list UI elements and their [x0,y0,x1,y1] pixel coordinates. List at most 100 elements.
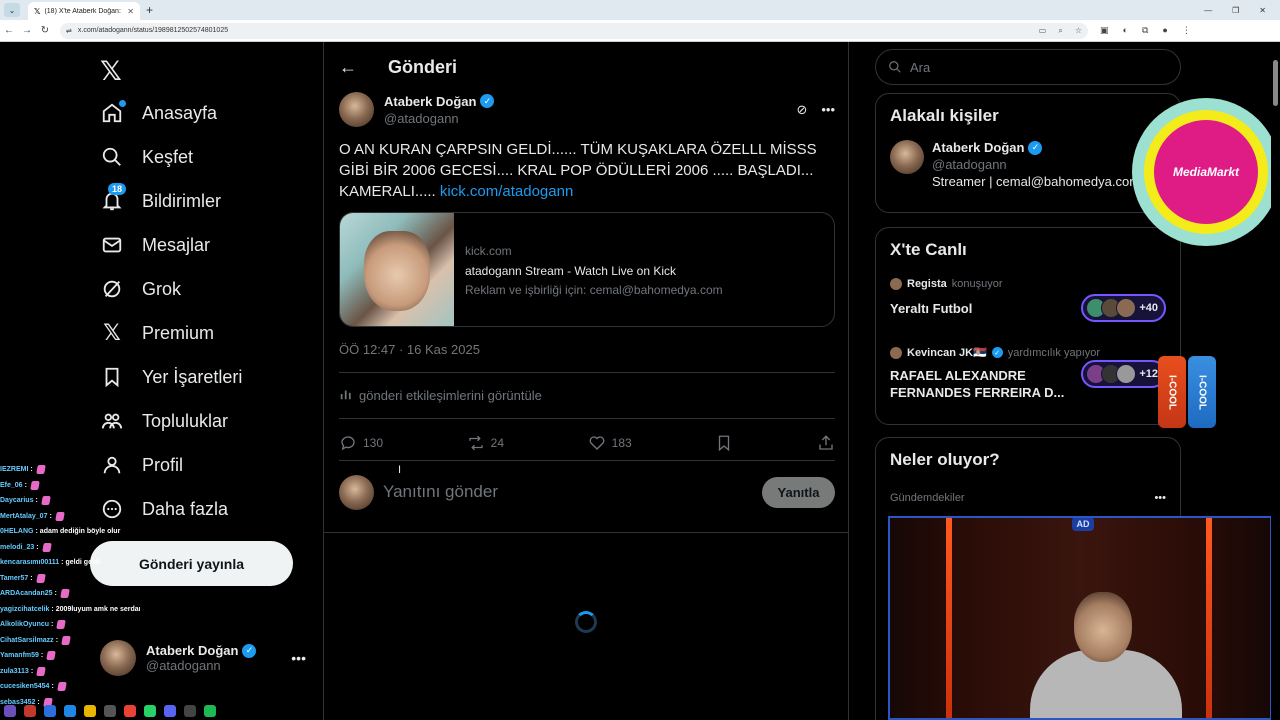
chat-username[interactable]: kencarasımı00111 [0,559,59,566]
chat-line: melodi_23 : [0,540,140,556]
menu-icon[interactable]: ⋮ [1182,25,1191,36]
x-logo-icon[interactable]: 𝕏 [100,56,122,87]
more-icon[interactable]: ••• [821,102,835,118]
chat-message: 2009luyum amk ne serdar ortacı [55,605,140,613]
divider [339,460,835,461]
tweet-link[interactable]: kick.com/atadogann [440,183,573,200]
nav-item-notifications[interactable]: 18 Bildirimler [100,183,222,213]
nav-label: Grok [142,278,182,299]
reply-submit-button[interactable]: Yanıtla [762,476,835,508]
reply-button[interactable]: 130 [339,434,383,452]
panel-title: X'te Canlı [890,240,967,259]
more-icon[interactable]: ••• [291,650,306,666]
chat-username[interactable]: Daycarius [0,497,33,504]
chat-line: yagizcihatcelik : 2009luyum amk ne serda… [0,602,140,618]
search-input[interactable]: Ara [875,49,1181,85]
tab-search-icon[interactable]: ⌄ [4,3,20,17]
forward-arrow-icon[interactable]: → [18,25,36,36]
emote-icon [60,589,70,599]
live-panel: X'te Canlı Regista konuşuyor Yeraltı Futb… [875,227,1181,425]
chat-line: CihatSarsilmazz : [0,633,140,649]
share-button[interactable] [817,434,835,452]
restore-icon[interactable]: ❐ [1232,6,1239,15]
url-field[interactable]: ⇌ x.com/atadogann/status/198981250257480… [60,22,1088,39]
app-icon[interactable] [4,705,16,717]
chat-username[interactable]: yagizcihatcelik [0,606,49,613]
like-button[interactable]: 183 [588,434,632,452]
tweet-timestamp[interactable]: ÖÖ 12:47 · 16 Kas 2025 [339,342,480,357]
chat-username[interactable]: Yamanfm59 [0,652,39,659]
panel-title: Alakalı kişiler [890,106,999,125]
mediamarkt-logo: MediaMarkt [1132,98,1280,246]
account-name: Ataberk Doğan ✓ [146,643,257,658]
chat-username[interactable]: AlkolikOyuncu [0,621,49,628]
reply-count: 130 [363,436,384,450]
extension-icon[interactable]: ◐ [1123,25,1128,36]
author-name[interactable]: Ataberk Doğan ✓ [384,94,495,109]
nav-item-home[interactable]: Anasayfa [100,100,217,125]
chat-username[interactable]: 0HELANG [0,528,33,535]
spotify-icon[interactable] [204,705,216,717]
link-card[interactable]: kick.com atadogann Stream - Watch Live o… [339,212,835,327]
live-item[interactable]: Regista konuşuyor Yeraltı Futbol +40 [876,278,1180,330]
search-icon [889,61,901,73]
nav-item-explore[interactable]: Keşfet [100,145,193,169]
author-handle[interactable]: @atadogann [384,111,494,126]
nav-item-bookmarks[interactable]: Yer İşaretleri [100,365,242,389]
nav-label: Bildirimler [142,190,222,211]
back-arrow-icon[interactable]: ← [0,25,18,36]
minimize-icon[interactable]: — [1204,6,1212,15]
new-tab-icon[interactable]: + [146,3,153,17]
extension-icon[interactable]: ▣ [1100,25,1109,36]
chat-username[interactable]: IEZREMI [0,466,28,473]
nav-item-messages[interactable]: Mesajlar [100,233,210,257]
live-listeners-pill[interactable]: +40 [1081,294,1166,322]
app-icon[interactable] [104,705,116,717]
chrome-icon[interactable] [124,705,136,717]
browser-tab[interactable]: 𝕏 (18) X'te Ataberk Doğan: "O AN ✕ [28,2,140,20]
chat-username[interactable]: CihatSarsilmazz [0,637,54,644]
puzzle-icon[interactable]: ⧉ [1142,25,1148,36]
scroll-thumb[interactable] [1273,60,1278,106]
window-close-icon[interactable]: ✕ [1259,6,1266,15]
chat-username[interactable]: melodi_23 [0,544,34,551]
chat-username[interactable]: Efe_06 [0,482,23,489]
grok-icon[interactable]: ⊘ [796,102,807,118]
discord-icon[interactable] [164,705,176,717]
app-icon[interactable] [44,705,56,717]
app-icon[interactable] [24,705,36,717]
chat-username[interactable]: cucesiken5454 [0,683,49,690]
browser-tabbar: ⌄ 𝕏 (18) X'te Ataberk Doğan: "O AN ✕ + —… [0,0,1280,20]
whatsapp-icon[interactable] [144,705,156,717]
chat-username[interactable]: zula3113 [0,668,29,675]
zoom-icon[interactable]: ⌕ [1058,26,1062,36]
cast-icon[interactable]: ▭ [1039,26,1047,36]
avatar [339,474,374,510]
nav-item-premium[interactable]: 𝕏 Premium [100,320,214,345]
chat-username[interactable]: ARDAcandan25 [0,590,53,597]
chat-username[interactable]: Tamer57 [0,575,28,582]
nav-item-communities[interactable]: Topluluklar [100,409,228,433]
reload-icon[interactable]: ↻ [36,25,54,36]
site-info-icon[interactable]: ⇌ [66,27,72,35]
obs-icon[interactable] [184,705,196,717]
page-scrollbar[interactable] [1271,42,1280,720]
chat-line: AlkolikOyuncu : [0,617,140,633]
avatar[interactable] [339,92,374,127]
view-engagements[interactable]: gönderi etkileşimlerini görüntüle [339,387,542,404]
folder-icon[interactable] [84,705,96,717]
repost-button[interactable]: 24 [467,434,504,452]
close-icon[interactable]: ✕ [127,7,134,16]
chat-username[interactable]: MertAtalay_07 [0,513,47,520]
app-icon[interactable] [64,705,76,717]
communities-icon [100,409,124,433]
bookmark-button[interactable] [715,434,733,452]
more-icon[interactable]: ••• [1154,492,1166,504]
back-arrow-icon[interactable]: ← [339,57,359,78]
reply-input[interactable]: Yanıtını gönder [383,482,498,502]
profile-avatar-icon[interactable]: ● [1162,25,1167,36]
live-listeners-pill[interactable]: +12 [1081,360,1166,388]
live-item[interactable]: Kevincan JK🇷🇸 ✓ yardımcılık yapıyor RAFAEL… [876,346,1180,406]
star-icon[interactable]: ☆ [1075,26,1082,36]
nav-item-grok[interactable]: Grok [100,277,181,301]
